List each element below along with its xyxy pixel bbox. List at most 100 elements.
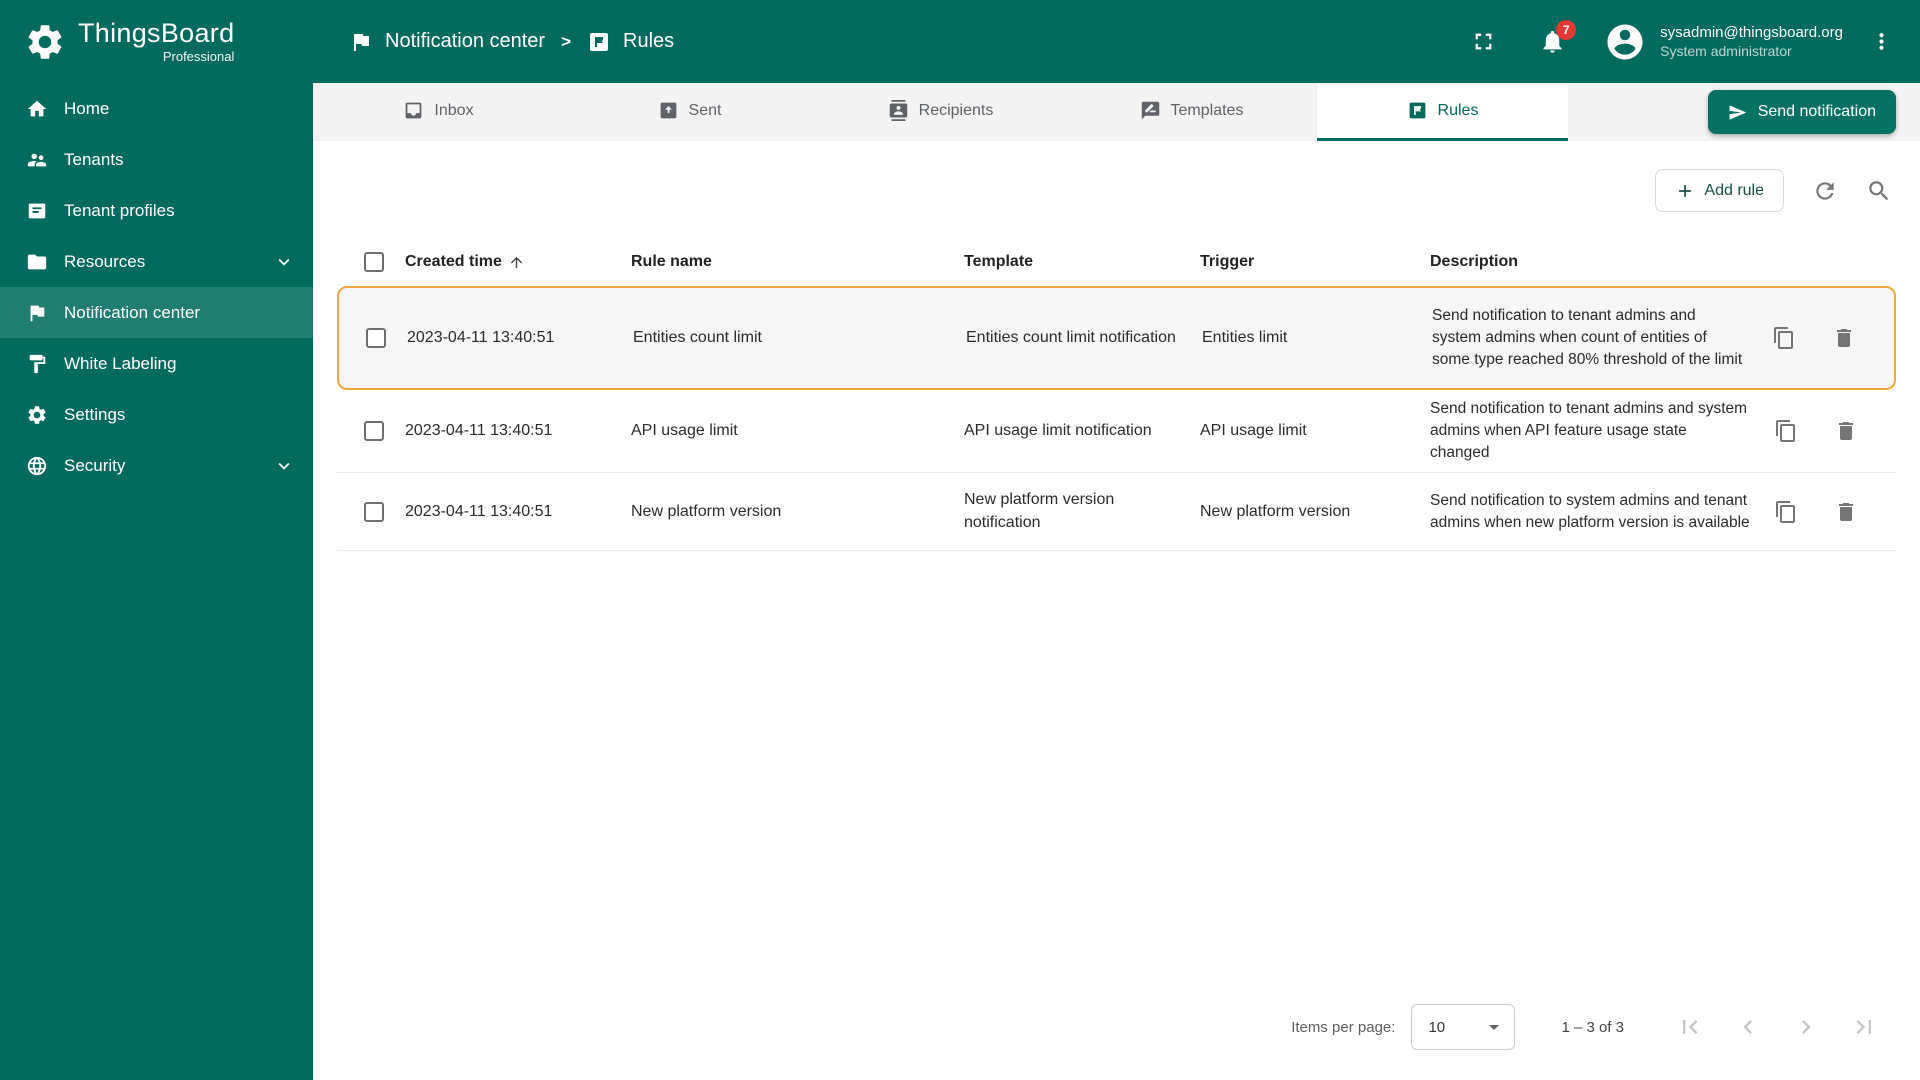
table-row[interactable]: 2023-04-11 13:40:51 API usage limit API … — [337, 390, 1896, 473]
sidebar-item-security[interactable]: Security — [0, 440, 313, 491]
tab-recipients[interactable]: Recipients — [815, 83, 1066, 141]
user-avatar-button[interactable] — [1604, 21, 1646, 63]
tab-strip: Inbox Sent Recipients Templates Rules Se… — [313, 83, 1920, 141]
logo-text: ThingsBoard Professional — [78, 18, 234, 64]
user-email: sysadmin@thingsboard.org — [1660, 23, 1843, 41]
send-icon — [1728, 103, 1747, 122]
row-checkbox[interactable] — [364, 501, 384, 522]
recipients-icon — [888, 100, 909, 121]
home-icon — [26, 98, 48, 120]
search-button[interactable] — [1866, 178, 1892, 204]
sidebar-item-settings[interactable]: Settings — [0, 389, 313, 440]
tab-label: Sent — [688, 101, 722, 119]
tab-label: Templates — [1170, 101, 1244, 119]
next-page-button[interactable] — [1792, 1013, 1820, 1041]
delete-rule-button[interactable] — [1831, 416, 1861, 446]
breadcrumb-rules[interactable]: Rules — [587, 30, 674, 54]
previous-page-button[interactable] — [1734, 1013, 1762, 1041]
user-role: System administrator — [1660, 43, 1792, 60]
more-menu-button[interactable] — [1869, 29, 1894, 54]
chevron-down-icon — [273, 455, 295, 477]
paginator-nav — [1676, 1013, 1878, 1041]
column-header-trigger[interactable]: Trigger — [1200, 253, 1430, 271]
sidebar-item-tenants[interactable]: Tenants — [0, 134, 313, 185]
tab-inbox[interactable]: Inbox — [313, 83, 564, 141]
kebab-icon — [1869, 29, 1894, 54]
copy-rule-button[interactable] — [1771, 416, 1801, 446]
table-row[interactable]: 2023-04-11 13:40:51 New platform version… — [337, 473, 1896, 551]
select-all-checkbox[interactable] — [364, 252, 384, 272]
cell-template: API usage limit notification — [964, 421, 1152, 439]
thingsboard-logo[interactable]: ThingsBoard Professional — [0, 0, 313, 83]
notifications-bell-wrapper: 7 — [1539, 20, 1577, 55]
fullscreen-icon — [1470, 28, 1497, 55]
copy-rule-button[interactable] — [1771, 497, 1801, 527]
delete-rule-button[interactable] — [1829, 323, 1859, 353]
paginator: Items per page: 10 1 – 3 of 3 — [313, 982, 1920, 1080]
gear-icon — [26, 404, 48, 426]
chevron-down-icon — [273, 251, 295, 273]
rules-icon — [1407, 100, 1428, 121]
format-paint-icon — [26, 353, 48, 375]
last-page-button[interactable] — [1850, 1013, 1878, 1041]
row-checkbox[interactable] — [366, 328, 386, 348]
tab-sent[interactable]: Sent — [564, 83, 815, 141]
cell-created-time: 2023-04-11 13:40:51 — [407, 329, 555, 346]
table-row[interactable]: 2023-04-11 13:40:51 Entities count limit… — [337, 286, 1896, 390]
first-page-icon — [1676, 1013, 1704, 1041]
tab-templates[interactable]: Templates — [1066, 83, 1317, 141]
fullscreen-button[interactable] — [1470, 28, 1497, 55]
tab-label: Recipients — [918, 101, 994, 119]
cell-trigger: API usage limit — [1200, 422, 1307, 439]
sidebar-item-label: Security — [64, 455, 126, 475]
row-checkbox[interactable] — [364, 421, 384, 441]
top-bar-right: 7 sysadmin@thingsboard.org System admini… — [1470, 20, 1894, 63]
globe-icon — [26, 455, 48, 477]
table-toolbar: Add rule — [313, 141, 1920, 224]
sidebar-item-label: Notification center — [64, 302, 201, 322]
breadcrumb-notification-center[interactable]: Notification center — [349, 30, 545, 54]
delete-rule-button[interactable] — [1831, 497, 1861, 527]
cell-template: New platform version notification — [964, 491, 1115, 531]
copy-rule-button[interactable] — [1769, 323, 1799, 353]
rules-table: Created time Rule name Template Trigger … — [337, 238, 1896, 551]
top-bar: Notification center > Rules 7 sysadmin@t… — [313, 0, 1920, 83]
column-header-created-time[interactable]: Created time — [405, 253, 631, 271]
sidebar-item-resources[interactable]: Resources — [0, 236, 313, 287]
sidebar-item-label: Resources — [64, 251, 146, 271]
refresh-button[interactable] — [1812, 178, 1838, 204]
add-rule-button[interactable]: Add rule — [1655, 169, 1784, 212]
sidebar-item-white-labeling[interactable]: White Labeling — [0, 338, 313, 389]
delete-icon — [1834, 419, 1858, 443]
page-size-select[interactable]: 10 — [1411, 1004, 1516, 1050]
delete-icon — [1832, 326, 1856, 350]
first-page-button[interactable] — [1676, 1013, 1704, 1041]
breadcrumb-label: Rules — [623, 30, 675, 52]
cell-description: Send notification to tenant admins and s… — [1432, 307, 1743, 368]
plus-icon — [1675, 181, 1695, 201]
sidebar-item-notification-center[interactable]: Notification center — [0, 287, 313, 338]
items-per-page-label: Items per page: — [1291, 1018, 1396, 1036]
table-header-row: Created time Rule name Template Trigger … — [337, 238, 1896, 286]
sidebar-item-home[interactable]: Home — [0, 83, 313, 134]
sidebar-item-tenant-profiles[interactable]: Tenant profiles — [0, 185, 313, 236]
send-notification-button[interactable]: Send notification — [1707, 90, 1896, 134]
notifications-count-badge: 7 — [1556, 20, 1577, 40]
last-page-icon — [1850, 1013, 1878, 1041]
cell-rule-name: Entities count limit — [633, 329, 762, 346]
user-info: sysadmin@thingsboard.org System administ… — [1660, 23, 1843, 61]
column-header-description[interactable]: Description — [1430, 253, 1756, 271]
column-header-rule-name[interactable]: Rule name — [631, 253, 964, 271]
delete-icon — [1834, 500, 1858, 524]
notification-flag-icon — [349, 30, 373, 54]
sent-icon — [658, 100, 679, 121]
refresh-icon — [1812, 178, 1838, 204]
column-header-template[interactable]: Template — [964, 253, 1200, 271]
chevron-right-icon — [1792, 1013, 1820, 1041]
sidebar-item-label: Settings — [64, 404, 126, 424]
tab-rules[interactable]: Rules — [1317, 83, 1568, 141]
cell-rule-name: API usage limit — [631, 422, 738, 439]
tab-label: Rules — [1437, 101, 1479, 119]
cell-description: Send notification to tenant admins and s… — [1430, 400, 1748, 461]
breadcrumb-separator: > — [561, 31, 572, 51]
